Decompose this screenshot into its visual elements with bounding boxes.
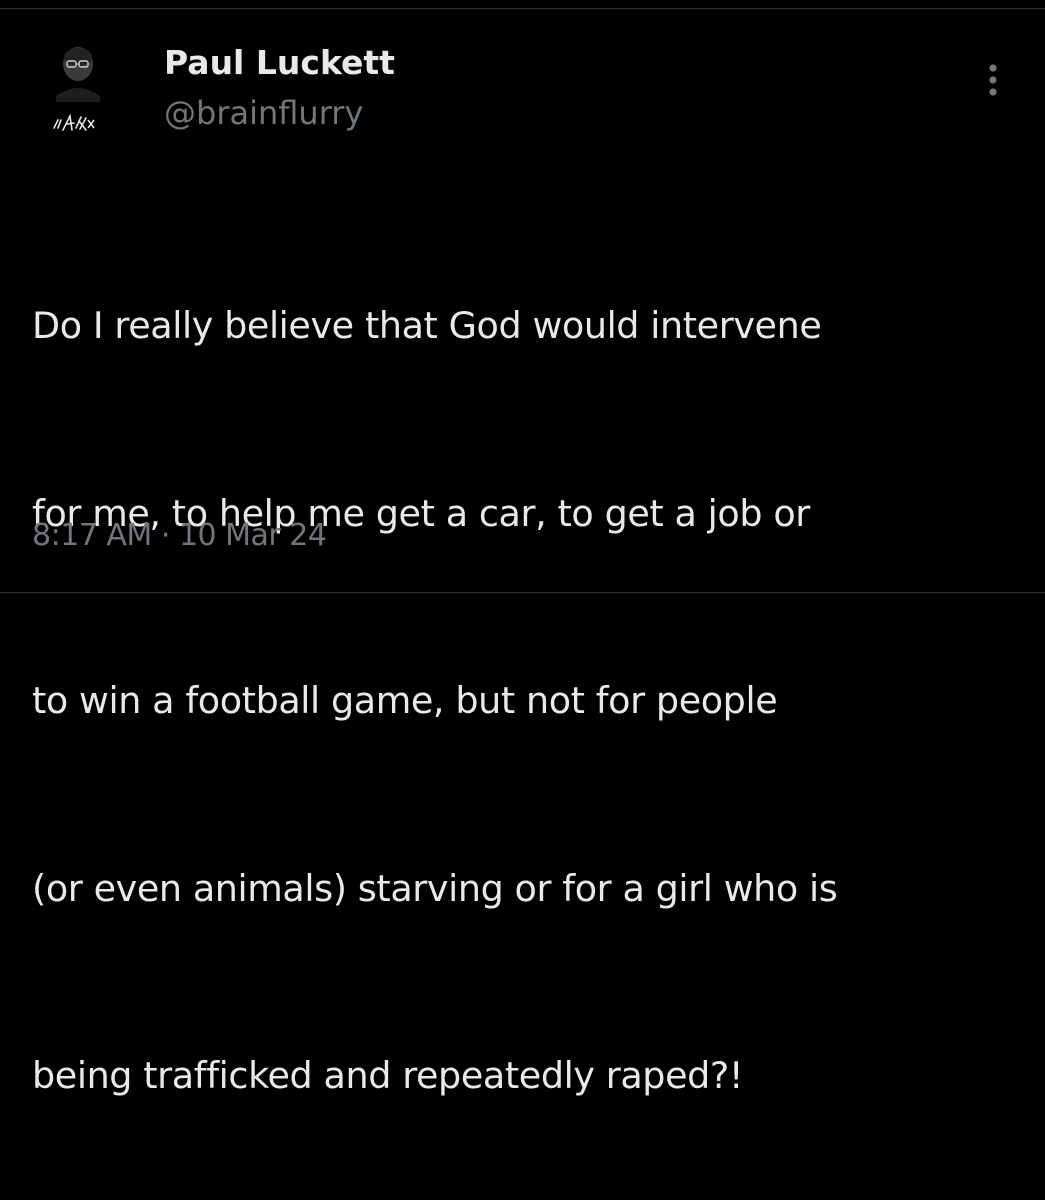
tweet-time: 8:17 AM xyxy=(32,518,152,553)
tweet-card: Paul Luckett @brainflurry Do I really be… xyxy=(0,0,1045,1097)
more-options-button[interactable] xyxy=(978,60,1008,102)
tweet-timestamp[interactable]: 8:17 AM · 10 Mar 24 xyxy=(32,514,327,558)
author-handle[interactable]: @brainflurry xyxy=(164,91,363,135)
tweet-text-line: to win a football game, but not for peop… xyxy=(32,679,778,722)
tweet-text-line: (or even animals) starving or for a girl… xyxy=(32,866,838,910)
author-display-name[interactable]: Paul Luckett xyxy=(164,40,395,86)
bottom-divider xyxy=(0,592,1045,593)
avatar-image xyxy=(48,44,126,144)
timestamp-separator: · xyxy=(160,518,171,553)
top-divider xyxy=(0,8,1045,9)
tweet-date: 10 Mar 24 xyxy=(178,518,327,553)
more-options-icon xyxy=(989,64,997,96)
tweet-text: Do I really believe that God would inter… xyxy=(32,170,1022,1200)
tweet-text-line: Do I really believe that God would inter… xyxy=(32,304,822,347)
avatar[interactable] xyxy=(48,44,126,144)
tweet-text-line: being trafficked and repeatedly raped?! xyxy=(32,1054,744,1097)
